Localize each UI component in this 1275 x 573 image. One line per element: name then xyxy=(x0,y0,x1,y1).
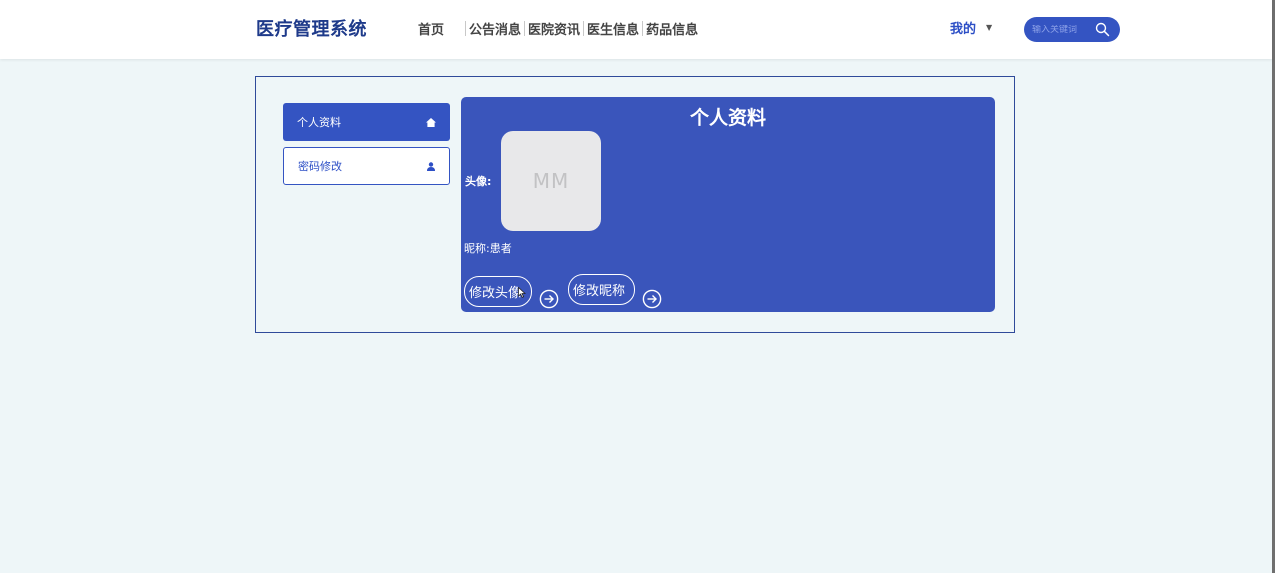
sidebar-item-label: 个人资料 xyxy=(297,116,341,129)
arrow-right-icon[interactable] xyxy=(539,289,559,309)
profile-panel: 个人资料 头像: MM 昵称:患者 修改头像 修改昵称 xyxy=(461,97,995,312)
avatar: MM xyxy=(501,131,601,231)
search-input[interactable] xyxy=(1032,24,1094,35)
search-box xyxy=(1024,17,1120,42)
nickname-label: 昵称: xyxy=(464,242,490,255)
top-navbar: 医疗管理系统 首页 公告消息 医院资讯 医生信息 药品信息 我的 ▼ xyxy=(0,0,1272,59)
search-icon[interactable] xyxy=(1095,22,1110,37)
nav-divider xyxy=(583,21,585,36)
user-icon xyxy=(427,161,435,171)
arrow-right-icon[interactable] xyxy=(642,289,662,309)
sidebar-item-change-password[interactable]: 密码修改 xyxy=(283,147,450,185)
nav-home[interactable]: 首页 xyxy=(418,19,444,38)
site-logo-title[interactable]: 医疗管理系统 xyxy=(256,15,367,41)
sidebar-item-label: 密码修改 xyxy=(298,160,342,173)
main-nav: 首页 公告消息 医院资讯 医生信息 药品信息 xyxy=(418,19,698,38)
my-account-menu[interactable]: 我的 ▼ xyxy=(950,18,992,37)
change-nickname-button[interactable]: 修改昵称 xyxy=(568,274,635,305)
chevron-down-icon: ▼ xyxy=(986,23,993,32)
nav-announcements[interactable]: 公告消息 xyxy=(469,19,521,38)
nav-doctor-info[interactable]: 医生信息 xyxy=(587,19,639,38)
nav-medicine-info[interactable]: 药品信息 xyxy=(646,19,698,38)
sidebar-item-profile[interactable]: 个人资料 xyxy=(283,103,450,141)
avatar-label: 头像: xyxy=(465,175,492,188)
nav-divider xyxy=(524,21,526,36)
profile-container: 个人资料 密码修改 个人资料 头像: MM 昵称:患者 修改头像 修改昵称 xyxy=(255,76,1015,333)
nav-hospital-news[interactable]: 医院资讯 xyxy=(528,19,580,38)
nav-divider xyxy=(642,21,644,36)
mouse-cursor-icon xyxy=(518,287,526,298)
nickname-row: 昵称:患者 xyxy=(464,240,512,256)
nickname-value: 患者 xyxy=(489,242,512,255)
home-icon xyxy=(426,117,436,127)
my-account-label: 我的 xyxy=(950,22,977,37)
page-title: 个人资料 xyxy=(689,107,766,129)
nav-divider xyxy=(465,21,467,36)
